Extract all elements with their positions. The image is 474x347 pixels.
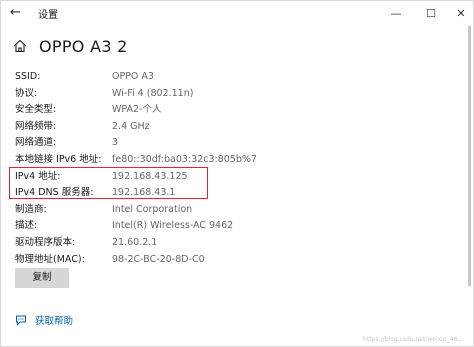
minimize-button[interactable]: — bbox=[381, 1, 411, 25]
property-label: SSID: bbox=[15, 71, 41, 82]
property-value: Intel(R) Wireless-AC 9462 bbox=[112, 220, 234, 232]
property-row: 制造商: Intel Corporation bbox=[15, 202, 455, 219]
property-value: Wi-Fi 4 (802.11n) bbox=[112, 87, 194, 99]
scrollbar[interactable] bbox=[468, 26, 471, 286]
property-row: 驱动程序版本: 21.60.2.1 bbox=[15, 235, 455, 252]
help-chat-icon bbox=[16, 315, 26, 326]
property-value: OPPO A3 bbox=[112, 71, 154, 82]
page-header: OPPO A3 2 bbox=[13, 34, 128, 58]
property-label: 驱动程序版本: bbox=[15, 236, 76, 248]
property-label: 安全类型: bbox=[15, 104, 57, 116]
property-value: WPA2-个人 bbox=[112, 104, 162, 116]
property-label: 物理地址(MAC): bbox=[15, 253, 85, 265]
page-title: OPPO A3 2 bbox=[39, 36, 128, 56]
home-icon[interactable] bbox=[13, 39, 27, 53]
property-label: 描述: bbox=[15, 220, 38, 232]
title-bar: ← 设置 — ☐ ✕ bbox=[1, 1, 473, 25]
back-arrow-icon[interactable]: ← bbox=[10, 5, 26, 21]
settings-window: ← 设置 — ☐ ✕ OPPO A3 2 SSID: OPPO A3 协议: W… bbox=[0, 0, 474, 347]
property-label: 协议: bbox=[15, 87, 38, 99]
close-button[interactable]: ✕ bbox=[446, 1, 473, 25]
get-help-link[interactable]: 获取帮助 bbox=[15, 313, 73, 327]
get-help-label: 获取帮助 bbox=[35, 316, 74, 327]
property-value: 98-2C-BC-20-8D-C0 bbox=[112, 253, 205, 265]
property-value: Intel Corporation bbox=[112, 203, 193, 215]
highlight-annotation-box bbox=[9, 167, 208, 199]
app-title: 设置 bbox=[38, 10, 58, 21]
copy-button[interactable]: 复制 bbox=[15, 268, 69, 288]
property-label: 制造商: bbox=[15, 203, 47, 215]
property-row: 描述: Intel(R) Wireless-AC 9462 bbox=[15, 218, 455, 235]
property-row: 物理地址(MAC): 98-2C-BC-20-8D-C0 bbox=[15, 252, 455, 269]
property-label: 网络通道: bbox=[15, 137, 57, 149]
property-row: SSID: OPPO A3 bbox=[15, 69, 455, 86]
property-row: 协议: Wi-Fi 4 (802.11n) bbox=[15, 86, 455, 103]
property-label: 网络频带: bbox=[15, 120, 57, 132]
property-value: 2.4 GHz bbox=[112, 120, 150, 132]
property-value: 21.60.2.1 bbox=[112, 236, 158, 248]
maximize-button[interactable]: ☐ bbox=[416, 1, 446, 25]
property-row: 网络频带: 2.4 GHz bbox=[15, 119, 455, 136]
property-row: 安全类型: WPA2-个人 bbox=[15, 102, 455, 119]
watermark: https://blog.csdn.net/weixin_46... bbox=[363, 336, 463, 343]
property-row: 网络通道: 3 bbox=[15, 135, 455, 152]
property-value: 3 bbox=[112, 137, 119, 149]
